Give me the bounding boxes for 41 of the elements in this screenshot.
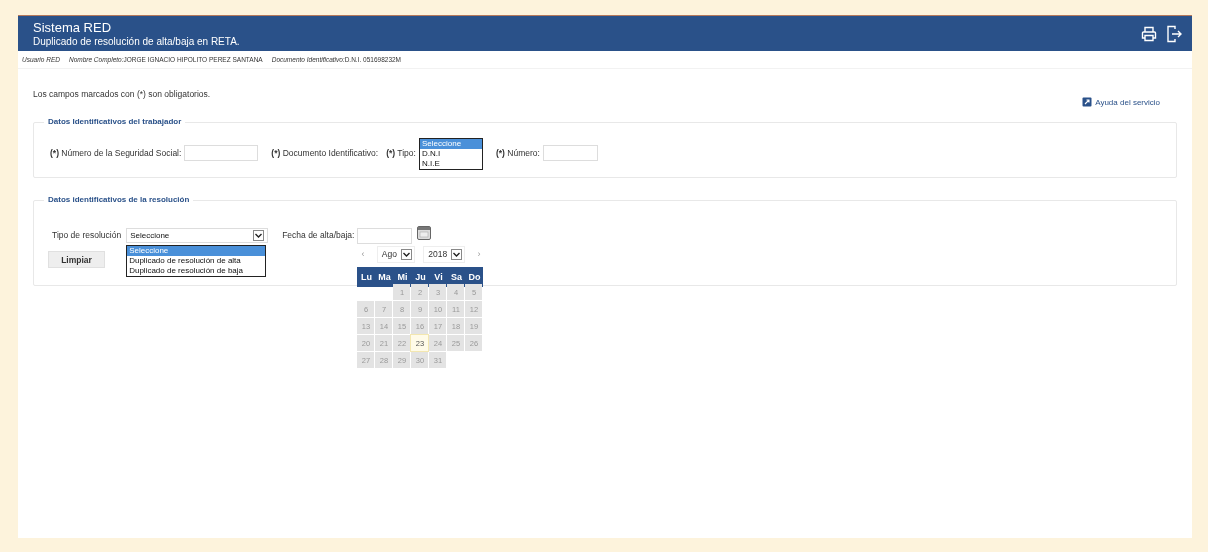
- weekday-header: Mi: [393, 267, 412, 287]
- field-label: (*) Tipo:: [386, 148, 416, 158]
- dropdown-option[interactable]: N.I.E: [419, 159, 482, 169]
- date-field[interactable]: [357, 228, 413, 244]
- previous-month-button[interactable]: ‹: [357, 249, 369, 259]
- caret-icon: [451, 248, 463, 260]
- field-label: (*) Documento Identificativo:: [271, 148, 379, 158]
- logout-icon[interactable]: [1166, 24, 1182, 43]
- weekday-header: Do: [465, 267, 484, 287]
- help-link[interactable]: Ayuda del servicio: [1082, 94, 1160, 110]
- input-field[interactable]: [542, 145, 598, 161]
- weekday-header: Sa: [447, 267, 466, 287]
- month-select[interactable]: Ago: [376, 245, 415, 263]
- page-subtitle: Duplicado de resolución de alta/baja en RETA.: [33, 34, 240, 48]
- caret-icon: [400, 248, 412, 260]
- dropdown-option[interactable]: Duplicado de resolución de baja: [127, 265, 266, 276]
- required-notice: Los campos marcados con (*) son obligatorios.: [33, 89, 211, 99]
- input-field[interactable]: [184, 145, 259, 161]
- weekday-header: Lu: [357, 267, 376, 287]
- weekday-header: Ma: [375, 267, 394, 287]
- external-link-icon: [1082, 97, 1093, 107]
- field-label: Tipo de resolución: [52, 230, 122, 240]
- section-legend: Datos Identificativos del trabajador: [44, 117, 186, 126]
- caret-icon: [253, 229, 265, 241]
- next-month-button[interactable]: ›: [473, 249, 485, 259]
- field-label: Fecha de alta/baja:: [282, 230, 355, 240]
- dropdown-option[interactable]: Duplicado de resolución de alta: [127, 255, 266, 266]
- weekday-header: Vi: [429, 267, 448, 287]
- field-label: (*) Número de la Seguridad Social:: [50, 148, 182, 158]
- weekday-header: Ju: [411, 267, 430, 287]
- dropdown-option[interactable]: D.N.I: [419, 149, 482, 159]
- year-select[interactable]: 2018: [423, 245, 466, 263]
- print-icon[interactable]: [1141, 25, 1157, 42]
- dropdown-option[interactable]: Seleccione: [419, 139, 482, 149]
- app-title: Sistema RED: [33, 19, 113, 35]
- dropdown-option[interactable]: Seleccione: [127, 245, 266, 256]
- resolution-type-select[interactable]: Seleccione: [126, 227, 269, 243]
- section-legend: Datos identificativos de la resolución: [44, 195, 194, 204]
- clear-button[interactable]: Limpiar: [48, 251, 105, 268]
- field-label: (*) Número:: [495, 148, 540, 158]
- calendar-icon[interactable]: [417, 226, 432, 240]
